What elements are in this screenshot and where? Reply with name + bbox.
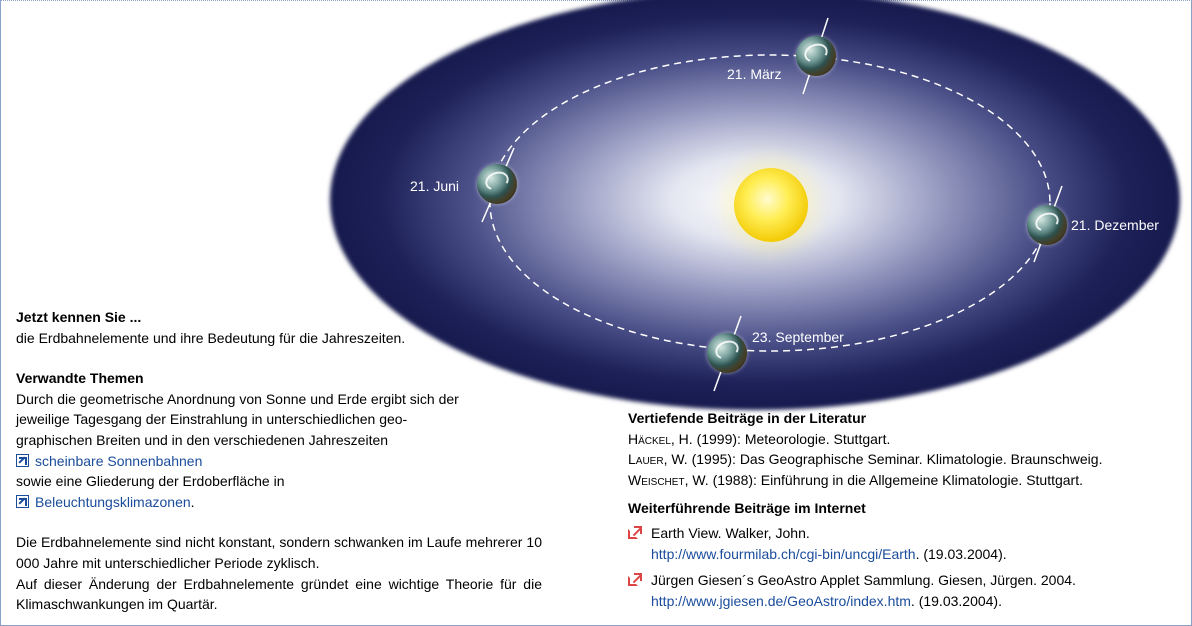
related-text-line: sowie eine Gliederung der Erdoberfläche … xyxy=(16,473,285,490)
external-link-icon xyxy=(628,573,642,587)
summary-text: die Erdbahnelemente und ihre Bedeutung f… xyxy=(16,329,406,346)
literature-item: Häckel, H. (1999): Meteorologie. Stuttga… xyxy=(628,430,891,447)
label-juni: 21. Juni xyxy=(410,178,460,194)
internal-link-icon xyxy=(16,453,29,467)
label-maerz: 21. März xyxy=(727,66,782,82)
web-item: Jürgen Giesen´s GeoAstro Applet Sammlung… xyxy=(628,570,1188,611)
related-text-line: Durch die geometrische Anordnung von Son… xyxy=(16,390,459,407)
sun xyxy=(734,168,808,242)
link-row: scheinbare Sonnenbahnen xyxy=(16,451,542,472)
literature-heading: Vertiefende Beiträge in der Literatur xyxy=(628,410,867,426)
paragraph-erdbahnelemente: Die Erdbahnelemente sind nicht konstant,… xyxy=(16,534,542,571)
related-topics-heading: Verwandte Themen xyxy=(16,370,144,387)
internal-link-icon xyxy=(16,494,29,508)
earth-dezember xyxy=(1027,205,1067,245)
literature-item: Lauer, W. (1995): Das Geographische Semi… xyxy=(628,451,1103,468)
web-item-title: Earth View. Walker, John. xyxy=(651,524,810,541)
references-column: Vertiefende Beiträge in der Literatur Hä… xyxy=(628,408,1188,611)
web-link-fourmilab[interactable]: http://www.fourmilab.ch/cgi-bin/uncgi/Ea… xyxy=(651,546,916,562)
link-scheinbare-sonnenbahnen[interactable]: scheinbare Sonnenbahnen xyxy=(35,453,202,469)
external-link-icon xyxy=(628,525,642,540)
label-september: 23. September xyxy=(752,329,844,345)
web-item: Earth View. Walker, John. http://www.fou… xyxy=(628,523,1188,564)
internet-heading: Weiterführende Beiträge im Internet xyxy=(628,500,866,517)
earth-september xyxy=(707,333,747,373)
paragraph-klimaschwankungen: Auf dieser Änderung der Erdbahnelemente … xyxy=(16,575,542,613)
link-row: Beleuchtungsklimazonen. xyxy=(16,492,542,513)
label-dezember: 21. Dezember xyxy=(1071,217,1159,233)
related-text-line: graphischen Breiten und in den verschied… xyxy=(16,431,389,448)
link-beleuchtungsklimazonen[interactable]: Beleuchtungsklimazonen xyxy=(35,494,191,510)
summary-column: Jetzt kennen Sie ... die Erdbahnelemente… xyxy=(16,307,542,615)
web-link-jgiesen[interactable]: http://www.jgiesen.de/GeoAstro/index.htm xyxy=(651,593,911,609)
summary-heading: Jetzt kennen Sie ... xyxy=(16,309,142,325)
web-item-title: Jürgen Giesen´s GeoAstro Applet Sammlung… xyxy=(651,572,1076,589)
earth-maerz xyxy=(796,36,836,76)
earth-juni xyxy=(477,164,517,204)
related-text-line: jeweilige Tagesgang der Einstrahlung in … xyxy=(16,411,408,428)
literature-item: Weischet, W. (1988): Einführung in die A… xyxy=(628,471,1084,488)
